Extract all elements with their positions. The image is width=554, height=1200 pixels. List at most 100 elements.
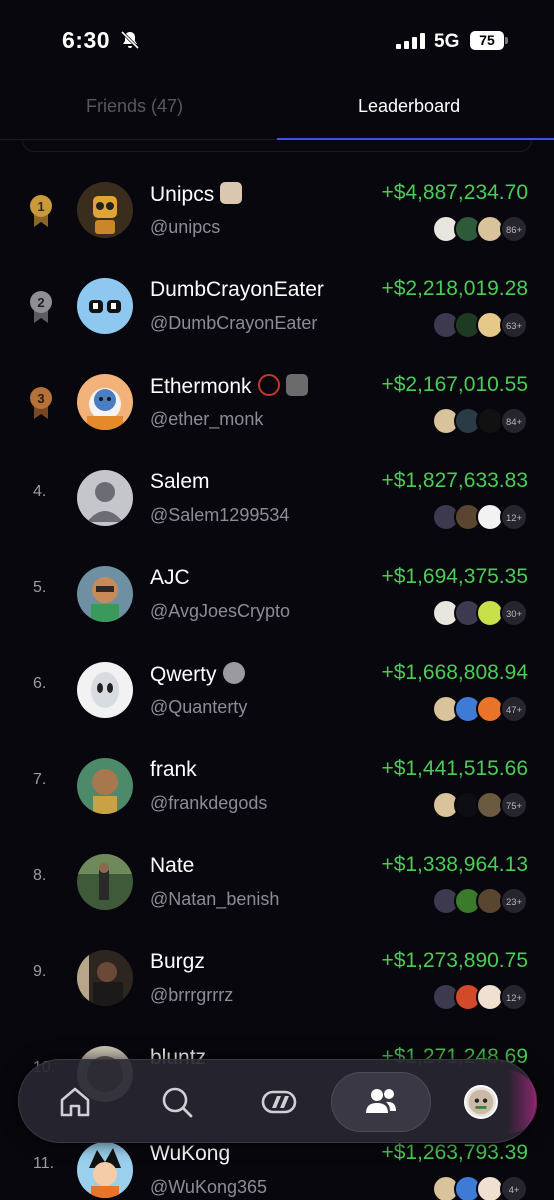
user-name: WuKong [150, 1142, 231, 1165]
leaderboard-row[interactable]: 5. AJC @AvgJoesCrypto +$1,694,375.35 30+ [0, 544, 554, 640]
holdings-count: 4+ [500, 1175, 528, 1200]
holdings-count: 12+ [500, 503, 528, 531]
user-name: AJC [150, 566, 190, 589]
nav-search-button[interactable] [147, 1072, 207, 1132]
user-name: Ethermonk [150, 374, 308, 399]
rank-number: 5. [33, 579, 47, 596]
user-name: DumbCrayonEater [150, 278, 324, 301]
battery-icon: 75 [470, 31, 504, 50]
holdings-count: 23+ [500, 887, 528, 915]
home-icon [60, 1087, 90, 1117]
holdings-count: 75+ [500, 791, 528, 819]
search-icon [162, 1087, 193, 1118]
user-handle: @ether_monk [150, 409, 264, 429]
nav-friends-button[interactable] [331, 1072, 431, 1132]
avatar[interactable] [77, 566, 133, 622]
avatar[interactable] [77, 854, 133, 910]
profit-amount: +$2,218,019.28 [381, 277, 528, 300]
rank-number: 8. [33, 867, 47, 884]
user-handle: @Natan_benish [150, 889, 280, 909]
profit-amount: +$4,887,234.70 [381, 181, 528, 204]
holdings-count: 86+ [500, 215, 528, 243]
token-holdings: 12+ [418, 983, 528, 1011]
leaderboard-row[interactable]: 4. Salem @Salem1299534 +$1,827,633.83 12… [0, 448, 554, 544]
token-holdings: 63+ [418, 311, 528, 339]
user-handle: @Salem1299534 [150, 505, 290, 525]
holdings-count: 63+ [500, 311, 528, 339]
leaderboard-row[interactable]: 9. Burgz @brrrgrrrz +$1,273,890.75 12+ [0, 928, 554, 1024]
user-name: Nate [150, 854, 195, 877]
rank-number: 7. [33, 771, 47, 788]
user-name: Burgz [150, 950, 205, 973]
leaderboard-row[interactable]: 8. Nate @Natan_benish +$1,338,964.13 23+ [0, 832, 554, 928]
rank-number: 6. [33, 675, 47, 692]
holdings-count: 84+ [500, 407, 528, 435]
profit-amount: +$2,167,010.55 [381, 373, 528, 396]
status-time: 6:30 [62, 27, 111, 53]
profit-amount: +$1,263,793.39 [381, 1141, 528, 1164]
rank-number: 4. [33, 483, 47, 500]
rope-badge-icon [257, 374, 280, 396]
holdings-count: 30+ [500, 599, 528, 627]
leaderboard-row[interactable]: 3 Ethermonk @ether_monk +$2,167,010.55 8… [0, 352, 554, 448]
tab-friends[interactable]: Friends (47) [86, 96, 183, 117]
rank-number: 11. [33, 1155, 55, 1172]
feed-icon [261, 1090, 297, 1114]
token-holdings: 84+ [418, 407, 528, 435]
avatar[interactable] [77, 662, 133, 718]
avatar[interactable] [77, 374, 133, 430]
token-holdings: 86+ [418, 215, 528, 243]
network-type: 5G [434, 31, 460, 52]
profile-avatar [464, 1085, 498, 1119]
profit-amount: +$1,273,890.75 [381, 949, 528, 972]
holdings-count: 47+ [500, 695, 528, 723]
token-holdings: 23+ [418, 887, 528, 915]
avatar[interactable] [77, 950, 133, 1006]
tab-bar: Friends (47) Leaderboard [0, 80, 554, 140]
profit-amount: +$1,441,515.66 [381, 757, 528, 780]
user-name: Salem [150, 470, 210, 493]
bronze-medal-icon: 3 [28, 386, 54, 420]
nav-feed-button[interactable] [249, 1072, 309, 1132]
profit-amount: +$1,827,633.83 [381, 469, 528, 492]
nav-home-button[interactable] [45, 1072, 105, 1132]
profit-amount: +$1,694,375.35 [381, 565, 528, 588]
status-bar: 6:30 5G 75 [0, 0, 554, 80]
user-handle: @DumbCrayonEater [150, 313, 318, 333]
leaderboard-row[interactable]: 1 Unipcs @unipcs +$4,887,234.70 86+ [0, 160, 554, 256]
tab-leaderboard[interactable]: Leaderboard [358, 96, 460, 117]
avatar[interactable] [77, 182, 133, 238]
battery-cap [505, 37, 508, 44]
user-handle: @frankdegods [150, 793, 268, 813]
user-name: Unipcs [150, 182, 243, 207]
user-name: frank [150, 758, 197, 781]
rank-number: 9. [33, 963, 47, 980]
profile-avatar-face [468, 1089, 494, 1115]
leaderboard-row[interactable]: 7. frank @frankdegods +$1,441,515.66 75+ [0, 736, 554, 832]
token-holdings: 4+ [418, 1175, 528, 1200]
avatar[interactable] [77, 470, 133, 526]
holdings-count: 12+ [500, 983, 528, 1011]
bottom-nav-bar [18, 1059, 537, 1143]
leaderboard-row[interactable]: 6. Qwerty @Quanterty +$1,668,808.94 47+ [0, 640, 554, 736]
silver-medal-icon: 2 [28, 290, 54, 324]
nft-badge-icon [220, 182, 243, 204]
user-handle: @AvgJoesCrypto [150, 601, 291, 621]
token-badge-icon [222, 662, 245, 684]
token-holdings: 75+ [418, 791, 528, 819]
user-name: Qwerty [150, 662, 245, 687]
avatar[interactable] [77, 758, 133, 814]
friends-icon [366, 1089, 396, 1113]
nav-profile-button[interactable] [451, 1072, 511, 1132]
user-handle: @brrrgrrrz [150, 985, 234, 1005]
profit-amount: +$1,338,964.13 [381, 853, 528, 876]
token-holdings: 12+ [418, 503, 528, 531]
bell-muted-icon [120, 30, 140, 50]
avatar[interactable] [77, 1142, 133, 1198]
avatar[interactable] [77, 278, 133, 334]
user-handle: @Quanterty [150, 697, 248, 717]
gold-medal-icon: 1 [28, 194, 54, 228]
leaderboard-row[interactable]: 2 DumbCrayonEater @DumbCrayonEater +$2,2… [0, 256, 554, 352]
user-handle: @WuKong365 [150, 1177, 268, 1197]
medal-rank: 1 [37, 199, 44, 214]
